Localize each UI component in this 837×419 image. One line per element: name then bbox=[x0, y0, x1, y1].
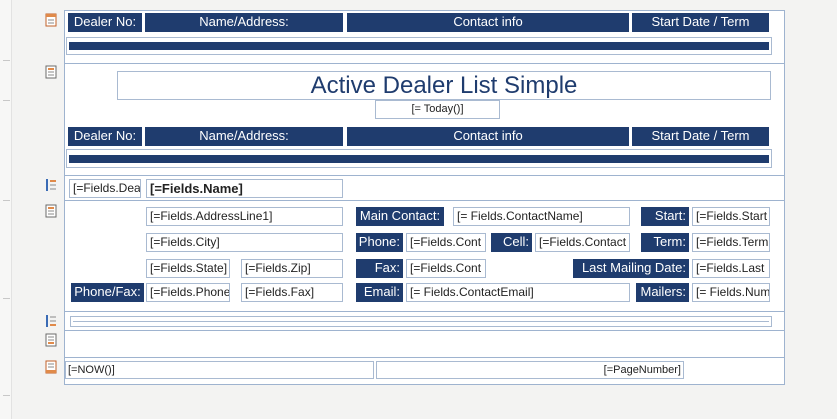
ruler-tick bbox=[3, 60, 10, 61]
band-separator bbox=[64, 200, 785, 201]
ruler-tick bbox=[3, 298, 10, 299]
report-header-icon[interactable] bbox=[44, 65, 58, 79]
group-footer-rule-frame[interactable] bbox=[70, 316, 772, 327]
group-footer-icon[interactable] bbox=[44, 314, 58, 328]
phone-fax-label[interactable]: Phone/Fax: bbox=[71, 283, 144, 302]
email-label[interactable]: Email: bbox=[356, 283, 403, 302]
contact-fax-field[interactable]: [=Fields.Cont bbox=[406, 259, 486, 278]
detail-icon[interactable] bbox=[44, 204, 58, 218]
band-separator bbox=[64, 330, 785, 331]
page-header-start-date-term[interactable]: Start Date / Term bbox=[632, 13, 769, 32]
mailers-field[interactable]: [= Fields.Num bbox=[692, 283, 770, 302]
fax-field[interactable]: [=Fields.Fax] bbox=[241, 283, 343, 302]
term-field[interactable]: [=Fields.Term bbox=[692, 233, 770, 252]
page-footer-now[interactable]: [=NOW()] bbox=[65, 361, 374, 379]
vertical-ruler bbox=[0, 0, 12, 419]
page-footer-page-number[interactable]: [=PageNumber] bbox=[376, 361, 684, 379]
ruler-tick bbox=[3, 395, 10, 396]
band-separator bbox=[64, 175, 785, 176]
phone-field[interactable]: [=Fields.Phone bbox=[146, 283, 230, 302]
main-contact-label[interactable]: Main Contact: bbox=[356, 207, 444, 226]
page-header-rule-frame[interactable] bbox=[66, 37, 772, 55]
report-header-dealer-no[interactable]: Dealer No: bbox=[68, 127, 142, 146]
page-header-dealer-no[interactable]: Dealer No: bbox=[68, 13, 142, 32]
group-footer-rule bbox=[73, 321, 769, 322]
cell-label[interactable]: Cell: bbox=[491, 233, 532, 252]
contact-phone-field[interactable]: [=Fields.Cont bbox=[406, 233, 486, 252]
page-header-rule bbox=[69, 42, 769, 50]
dealer-number-field[interactable]: [=Fields.Dea bbox=[69, 179, 141, 198]
report-header-contact-info[interactable]: Contact info bbox=[347, 127, 629, 146]
zip-field[interactable]: [=Fields.Zip] bbox=[241, 259, 343, 278]
band-separator bbox=[64, 63, 785, 64]
city-field[interactable]: [=Fields.City] bbox=[146, 233, 343, 252]
report-title[interactable]: Active Dealer List Simple bbox=[117, 71, 771, 100]
band-separator bbox=[64, 357, 785, 358]
page-header-icon[interactable] bbox=[44, 13, 58, 27]
fax-label[interactable]: Fax: bbox=[356, 259, 403, 278]
report-header-rule bbox=[69, 155, 769, 163]
report-date[interactable]: [= Today()] bbox=[375, 100, 500, 119]
last-mailing-date-label[interactable]: Last Mailing Date: bbox=[573, 259, 689, 278]
contact-email-field[interactable]: [= Fields.ContactEmail] bbox=[406, 283, 630, 302]
phone-label[interactable]: Phone: bbox=[356, 233, 403, 252]
start-label[interactable]: Start: bbox=[641, 207, 689, 226]
report-footer-icon[interactable] bbox=[44, 333, 58, 347]
dealer-name-field[interactable]: [=Fields.Name] bbox=[146, 179, 343, 198]
ruler-tick bbox=[3, 100, 10, 101]
ruler-tick bbox=[3, 200, 10, 201]
page-header-contact-info[interactable]: Contact info bbox=[347, 13, 629, 32]
band-separator bbox=[64, 311, 785, 312]
page-header-name-address[interactable]: Name/Address: bbox=[145, 13, 343, 32]
state-field[interactable]: [=Fields.State] bbox=[146, 259, 230, 278]
report-header-rule-frame[interactable] bbox=[66, 149, 772, 168]
last-mailing-field[interactable]: [=Fields.Last bbox=[692, 259, 770, 278]
mailers-label[interactable]: Mailers: bbox=[636, 283, 689, 302]
group-header-icon[interactable] bbox=[44, 178, 58, 192]
contact-cell-field[interactable]: [=Fields.Contact bbox=[535, 233, 630, 252]
report-header-name-address[interactable]: Name/Address: bbox=[145, 127, 343, 146]
start-field[interactable]: [=Fields.Start bbox=[692, 207, 770, 226]
address-line1-field[interactable]: [=Fields.AddressLine1] bbox=[146, 207, 343, 226]
contact-name-field[interactable]: [= Fields.ContactName] bbox=[453, 207, 630, 226]
term-label[interactable]: Term: bbox=[641, 233, 689, 252]
report-header-start-date-term[interactable]: Start Date / Term bbox=[632, 127, 769, 146]
page-footer-icon[interactable] bbox=[44, 360, 58, 374]
